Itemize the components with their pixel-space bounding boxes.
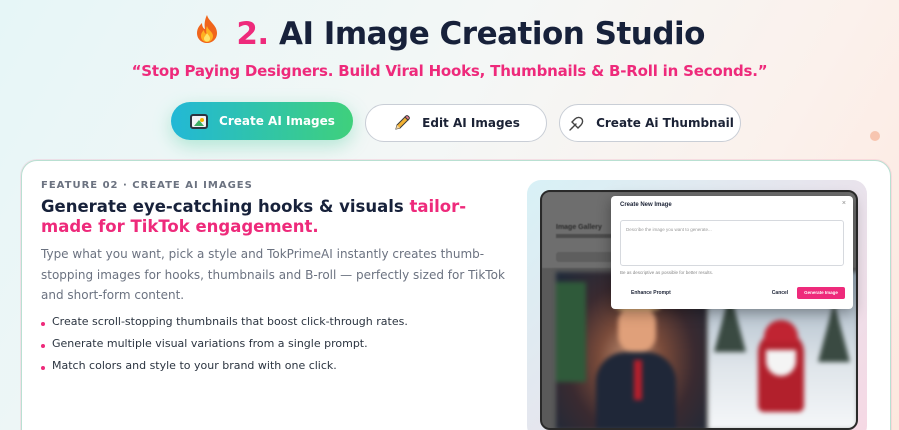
create-image-modal: Create New Image × Describe the image yo… (611, 196, 853, 309)
fire-icon (194, 14, 220, 52)
section-number: 2. (236, 16, 269, 52)
decorative-dot (870, 131, 880, 141)
tab-edit-ai-images[interactable]: Edit AI Images (365, 104, 547, 142)
section-title: AI Image Creation Studio (278, 16, 706, 52)
generate-image-button[interactable]: Generate Image (797, 287, 845, 299)
cancel-button[interactable]: Cancel (765, 287, 795, 299)
feature-heading: Generate eye-catching hooks & visuals ta… (41, 197, 511, 237)
list-item: Create scroll-stopping thumbnails that b… (41, 311, 511, 333)
list-item: Generate multiple visual variations from… (41, 333, 511, 355)
enhance-prompt-button[interactable]: Enhance Prompt (631, 290, 671, 296)
prompt-textarea[interactable]: Describe the image you want to generate.… (620, 220, 844, 266)
page-title: 2. AI Image Creation Studio (0, 14, 899, 52)
pencil-icon (392, 114, 412, 132)
tab-label: Edit AI Images (422, 116, 520, 130)
tab-create-ai-images[interactable]: Create AI Images (171, 102, 353, 140)
prompt-placeholder: Describe the image you want to generate.… (626, 227, 712, 232)
tab-label: Create Ai Thumbnail (596, 116, 734, 130)
prompt-hint: Be as descriptive as possible for better… (620, 270, 714, 275)
tab-create-ai-thumbnail[interactable]: Create Ai Thumbnail (559, 104, 741, 142)
list-item: Match colors and style to your brand wit… (41, 355, 511, 377)
image-icon (189, 112, 209, 130)
tab-label: Create AI Images (219, 114, 335, 128)
gallery-title: Image Gallery (556, 224, 602, 231)
close-icon[interactable]: × (842, 200, 846, 207)
tagline: “Stop Paying Designers. Build Viral Hook… (131, 62, 768, 80)
gallery-subtitle-placeholder (556, 234, 616, 238)
feature-kicker: FEATURE 02 · CREATE AI IMAGES (41, 180, 253, 191)
pin-icon (566, 114, 586, 132)
modal-title: Create New Image (620, 202, 672, 208)
heading-text: Generate eye-catching hooks & visuals (41, 197, 410, 216)
feature-bullets: Create scroll-stopping thumbnails that b… (41, 311, 511, 377)
feature-description: Type what you want, pick a style and Tok… (41, 247, 505, 302)
